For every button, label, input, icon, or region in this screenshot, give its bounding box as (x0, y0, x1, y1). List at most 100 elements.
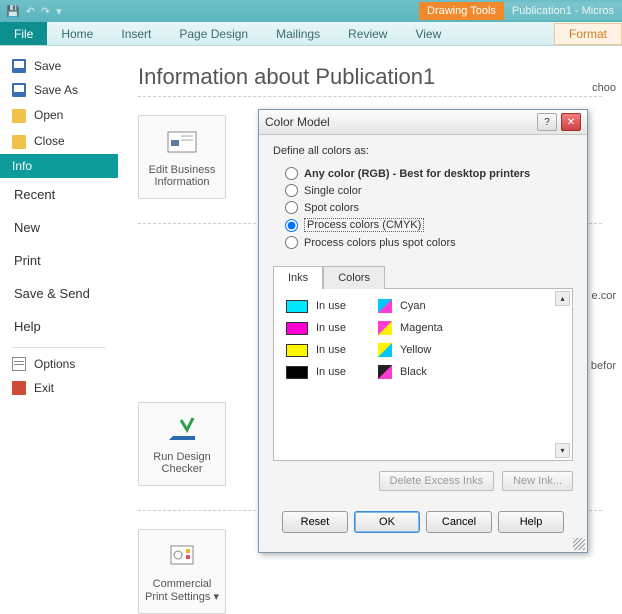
ink-icon (378, 343, 392, 357)
help-button[interactable]: Help (498, 511, 564, 533)
option-plus-spot[interactable]: Process colors plus spot colors (273, 234, 573, 251)
tab-view[interactable]: View (401, 22, 455, 45)
dialog-title: Color Model (265, 115, 330, 129)
save-icon (12, 59, 26, 73)
window-titlebar: 💾 ↶ ↷ ▾ Drawing Tools Publication1 - Mic… (0, 0, 622, 22)
tile-edit-business-info[interactable]: Edit Business Information (138, 115, 226, 199)
qat-redo-icon[interactable]: ↷ (41, 5, 50, 18)
tab-mailings[interactable]: Mailings (262, 22, 334, 45)
tab-file[interactable]: File (0, 22, 47, 45)
nav-close-label: Close (34, 134, 65, 148)
ink-icon (378, 321, 392, 335)
business-card-icon (166, 126, 198, 158)
radio-plus-spot[interactable] (285, 236, 298, 249)
option-rgb-label: Any color (RGB) - Best for desktop print… (304, 168, 530, 180)
radio-cmyk[interactable] (285, 219, 298, 232)
help-button[interactable]: ? (537, 113, 557, 131)
options-icon (12, 357, 26, 371)
ink-row-cyan[interactable]: In use Cyan (286, 299, 560, 313)
ribbon: File Home Insert Page Design Mailings Re… (0, 22, 622, 46)
swatch-cyan (286, 300, 308, 313)
design-checker-icon (166, 413, 198, 445)
radio-rgb[interactable] (285, 167, 298, 180)
scroll-up-button[interactable]: ▴ (555, 291, 570, 306)
option-spot[interactable]: Spot colors (273, 199, 573, 216)
page-title: Information about Publication1 (138, 64, 602, 90)
ink-status: In use (316, 322, 346, 334)
nav-new[interactable]: New (0, 211, 118, 244)
ink-row-yellow[interactable]: In use Yellow (286, 343, 560, 357)
nav-save-send[interactable]: Save & Send (0, 277, 118, 310)
tab-home[interactable]: Home (47, 22, 107, 45)
dialog-tabstrip: Inks Colors (273, 265, 573, 289)
ok-button[interactable]: OK (354, 511, 420, 533)
exit-icon (12, 381, 26, 395)
qat-undo-icon[interactable]: ↶ (26, 5, 35, 18)
option-cmyk[interactable]: Process colors (CMYK) (273, 216, 573, 234)
nav-info[interactable]: Info (0, 154, 118, 178)
tab-colors[interactable]: Colors (323, 266, 385, 289)
resize-grip[interactable] (573, 538, 585, 550)
new-ink-button: New Ink... (502, 471, 573, 491)
nav-open[interactable]: Open (0, 102, 118, 128)
tile-label: Run Design Checker (153, 451, 210, 475)
option-single-label: Single color (304, 185, 361, 197)
nav-close[interactable]: Close (0, 128, 118, 154)
nav-info-label: Info (12, 159, 32, 173)
nav-options[interactable]: Options (0, 352, 118, 376)
cropped-text: befor (591, 360, 616, 372)
dialog-titlebar[interactable]: Color Model ? ✕ (259, 110, 587, 135)
scroll-down-button[interactable]: ▾ (555, 443, 570, 458)
ink-status: In use (316, 300, 346, 312)
nav-print[interactable]: Print (0, 244, 118, 277)
close-button[interactable]: ✕ (561, 113, 581, 131)
tab-insert[interactable]: Insert (107, 22, 165, 45)
ink-row-black[interactable]: In use Black (286, 365, 560, 379)
ink-row-magenta[interactable]: In use Magenta (286, 321, 560, 335)
backstage-nav: Save Save As Open Close Info Recent New … (0, 46, 118, 581)
qat-save-icon[interactable]: 💾 (6, 5, 20, 18)
tab-review[interactable]: Review (334, 22, 401, 45)
nav-recent[interactable]: Recent (0, 178, 118, 211)
context-tab-drawing-tools: Drawing Tools (419, 2, 504, 20)
option-cmyk-label: Process colors (CMYK) (304, 218, 424, 232)
save-as-icon (12, 83, 26, 97)
ink-icon (378, 365, 392, 379)
chevron-down-icon: ▾ (213, 591, 219, 603)
tab-inks[interactable]: Inks (273, 266, 323, 289)
tab-page-design[interactable]: Page Design (165, 22, 262, 45)
divider (138, 96, 602, 97)
nav-save[interactable]: Save (0, 54, 118, 78)
tile-commercial-print[interactable]: Commercial Print Settings ▾ (138, 529, 226, 614)
swatch-magenta (286, 322, 308, 335)
nav-save-label: Save (34, 59, 61, 73)
tab-format[interactable]: Format (554, 23, 622, 45)
tile-design-checker[interactable]: Run Design Checker (138, 402, 226, 486)
swatch-yellow (286, 344, 308, 357)
reset-button[interactable]: Reset (282, 511, 348, 533)
option-plus-spot-label: Process colors plus spot colors (304, 237, 456, 249)
swatch-black (286, 366, 308, 379)
radio-single[interactable] (285, 184, 298, 197)
nav-save-as-label: Save As (34, 83, 78, 97)
nav-help[interactable]: Help (0, 310, 118, 343)
option-rgb[interactable]: Any color (RGB) - Best for desktop print… (273, 165, 573, 182)
nav-save-as[interactable]: Save As (0, 78, 118, 102)
nav-exit-label: Exit (34, 381, 54, 395)
ink-status: In use (316, 344, 346, 356)
cancel-button[interactable]: Cancel (426, 511, 492, 533)
commercial-print-icon (166, 540, 198, 572)
option-single[interactable]: Single color (273, 182, 573, 199)
ink-name: Yellow (400, 344, 431, 356)
dialog-color-model: Color Model ? ✕ Define all colors as: An… (258, 109, 588, 553)
qat-dropdown-icon[interactable]: ▾ (56, 5, 62, 18)
nav-exit[interactable]: Exit (0, 376, 118, 400)
folder-open-icon (12, 109, 26, 123)
nav-divider (12, 347, 106, 348)
option-spot-label: Spot colors (304, 202, 359, 214)
ink-status: In use (316, 366, 346, 378)
cropped-text: choo (592, 82, 616, 94)
radio-spot[interactable] (285, 201, 298, 214)
ink-icon (378, 299, 392, 313)
tile-label: Commercial Print Settings (145, 578, 211, 603)
